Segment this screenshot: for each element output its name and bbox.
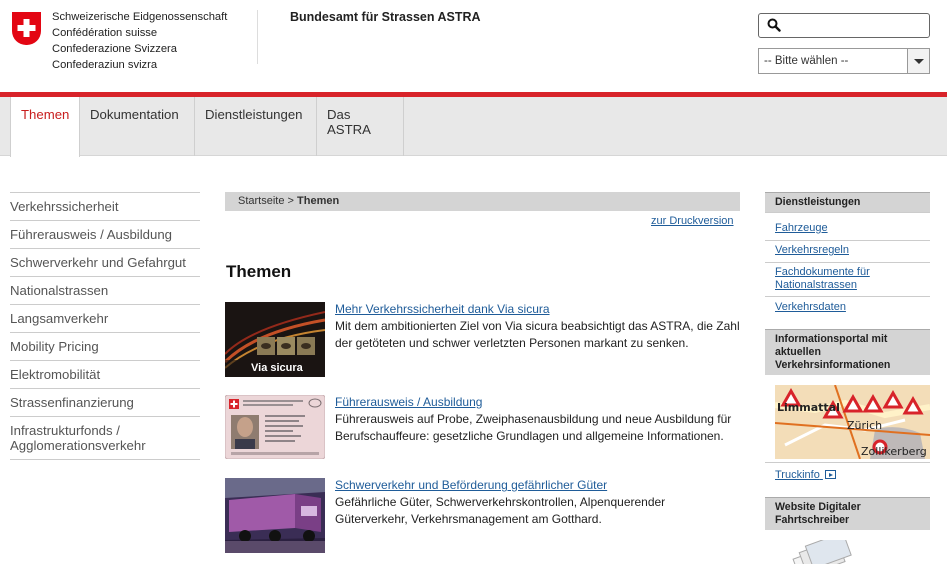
chevron-down-icon[interactable] [907,49,929,73]
truck-image[interactable] [225,478,325,553]
tab-themen[interactable]: Themen [10,97,80,157]
tab-das-astra[interactable]: Das ASTRA [317,97,404,156]
sidebar-item-nationalstrassen[interactable]: Nationalstrassen [10,277,200,305]
breadcrumb: Startseite > Themen [225,192,740,211]
divider [765,240,930,241]
tab-dokumentation[interactable]: Dokumentation [80,97,195,156]
divider [765,212,930,213]
breadcrumb-separator: > [287,195,294,207]
via-sicura-caption: Via sicura [251,362,303,374]
tacho-heading: Website Digitaler Fahrtschreiber [765,497,930,530]
teaser-title[interactable]: Mehr Verkehrssicherheit dank Via sicura [335,302,740,317]
sidebar-item-strassenfinanzierung[interactable]: Strassenfinanzierung [10,389,200,417]
teaser-description: Führerausweis auf Probe, Zweiphasenausbi… [335,412,732,443]
swiss-coat-of-arms-logo[interactable] [12,12,41,45]
confederation-names: Schweizerische Eidgenossenschaft Confédé… [52,11,228,71]
sidebar-item-elektromobilitaet[interactable]: Elektromobilität [10,361,200,389]
service-link-verkehrsdaten[interactable]: Verkehrsdaten [775,301,846,314]
teaser-description: Gefährliche Güter, Schwerverkehrskontrol… [335,495,666,526]
office-name[interactable]: Bundesamt für Strassen ASTRA [290,10,481,24]
language-select-value: -- Bitte wählen -- [764,55,849,67]
service-link-verkehrsregeln[interactable]: Verkehrsregeln [775,244,849,257]
map-label-zuerich: Zürich [847,419,882,432]
search-icon[interactable] [767,18,781,37]
divider [765,262,930,263]
sidebar-item-verkehrssicherheit[interactable]: Verkehrssicherheit [10,193,200,221]
truckinfo-link[interactable]: Truckinfo [775,469,836,482]
services-heading: Dienstleistungen [765,192,930,212]
divider [765,462,930,463]
service-link-fahrzeuge[interactable]: Fahrzeuge [775,222,828,235]
service-link-fachdokumente[interactable]: Fachdokumente für Nationalstrassen [775,266,915,292]
sidebar-item-schwerverkehr[interactable]: Schwerverkehr und Gefahrgut [10,249,200,277]
breadcrumb-current: Themen [297,195,340,207]
tachograph-cards-image[interactable] [785,540,855,564]
teaser-description: Mit dem ambitionierten Ziel von Via sicu… [335,319,740,350]
driving-license-image[interactable] [225,395,325,459]
sidebar-item-langsamverkehr[interactable]: Langsamverkehr [10,305,200,333]
teaser-title[interactable]: Führerausweis / Ausbildung [335,395,740,410]
search-input[interactable] [758,13,930,38]
header-divider [257,10,258,64]
breadcrumb-home[interactable]: Startseite [238,195,284,207]
sidebar-item-fuehrerausweis[interactable]: Führerausweis / Ausbildung [10,221,200,249]
truckinfo-label: Truckinfo [775,469,820,481]
print-version-link[interactable]: zur Druckversion [651,215,734,227]
sidebar-nav: Verkehrssicherheit Führerausweis / Ausbi… [10,192,200,460]
via-sicura-image[interactable]: Via sicura [225,302,325,377]
map-label-limmattal: Limmattal [777,401,840,414]
teaser-title[interactable]: Schwerverkehr und Beförderung gefährlich… [335,478,740,493]
traffic-map-image[interactable]: Limmattal Zürich Zollikerberg [775,385,930,459]
divider [765,296,930,297]
tab-dienstleistungen[interactable]: Dienstleistungen [195,97,317,156]
map-label-zollikerberg: Zollikerberg [861,445,927,458]
main-nav: Themen Dokumentation Dienstleistungen Da… [0,97,947,157]
language-select[interactable]: -- Bitte wählen -- [758,48,930,74]
sidebar-item-infrastrukturfonds[interactable]: Infrastrukturfonds / Agglomerationsverke… [10,417,200,460]
page-title: Themen [226,262,292,281]
external-link-icon [824,470,836,479]
sidebar-item-mobility-pricing[interactable]: Mobility Pricing [10,333,200,361]
site-header: Schweizerische Eidgenossenschaft Confédé… [0,0,947,92]
info-portal-heading: Informationsportal mit aktuellen Verkehr… [765,329,930,375]
